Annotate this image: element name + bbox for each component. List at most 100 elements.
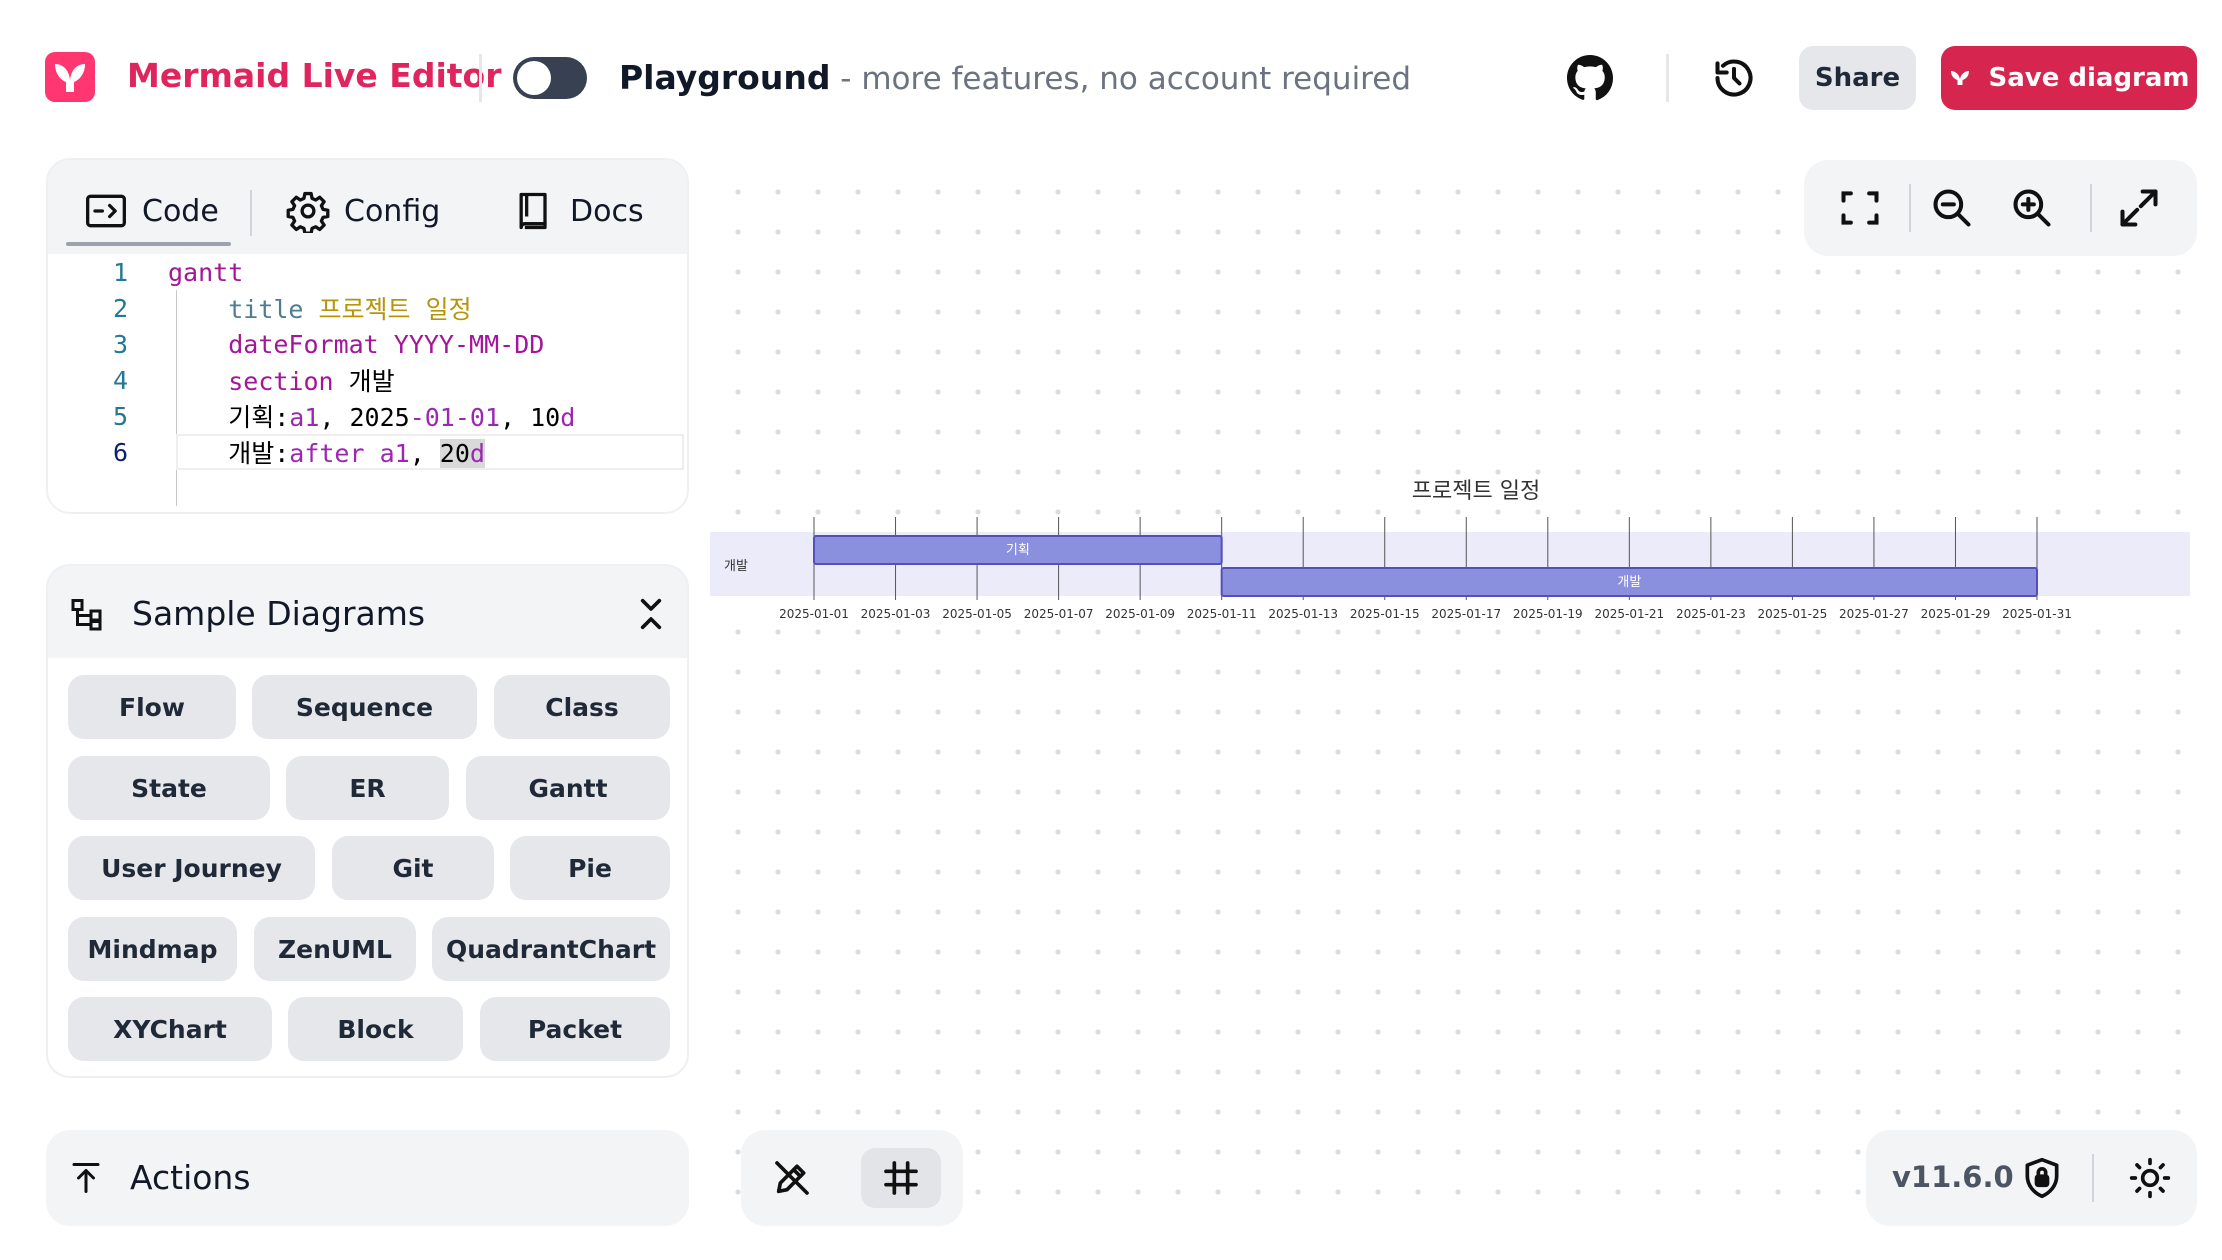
gantt-axis-tick-label: 2025-01-25 (1758, 607, 1828, 621)
collapse-chevron-icon[interactable] (636, 594, 666, 634)
sample-xychart-button[interactable]: XYChart (68, 997, 272, 1061)
fullscreen-icon[interactable] (2117, 186, 2161, 230)
save-diagram-button[interactable]: Save diagram (1941, 46, 2197, 110)
gantt-axis-tick-label: 2025-01-13 (1268, 607, 1338, 621)
line-number: 4 (112, 365, 128, 395)
sample-quadrantchart-button[interactable]: QuadrantChart (432, 917, 670, 981)
toolbar-divider (2090, 184, 2092, 232)
toolbar-divider (1909, 184, 1911, 232)
sample-state-button[interactable]: State (68, 756, 270, 820)
tab-config-label: Config (344, 193, 441, 229)
gantt-task-label: 개발 (1617, 575, 1641, 590)
github-icon[interactable] (1566, 54, 1614, 102)
line-number: 2 (112, 293, 128, 323)
code-text: section 개발 (228, 367, 395, 396)
editor-panel: Code Config Docs 1 gantt 2 title 프로젝트 일정 … (46, 158, 689, 514)
view-toolbar (1804, 160, 2197, 256)
version-label[interactable]: v11.6.0 (1892, 1160, 2014, 1194)
actions-title: Actions (130, 1158, 251, 1197)
sample-diagrams-panel: Sample Diagrams Flow Sequence Class Stat… (46, 564, 689, 1078)
sample-block-button[interactable]: Block (288, 997, 463, 1061)
playground-title: Playground (619, 58, 831, 97)
zoom-out-icon[interactable] (1930, 186, 1974, 230)
sample-git-button[interactable]: Git (332, 836, 494, 900)
tab-divider (250, 190, 252, 236)
sample-class-button[interactable]: Class (494, 675, 670, 739)
pan-zoom-toggle[interactable] (752, 1148, 832, 1208)
theme-sun-icon[interactable] (2128, 1156, 2172, 1200)
line-number: 3 (112, 329, 128, 359)
save-diagram-label: Save diagram (1988, 63, 2190, 93)
gantt-axis-tick-label: 2025-01-21 (1594, 607, 1664, 621)
book-icon (519, 192, 547, 230)
gantt-axis-tick-label: 2025-01-27 (1839, 607, 1909, 621)
sample-diagrams-header[interactable]: Sample Diagrams (48, 566, 687, 658)
code-text: 기획:a1, 2025-01-01, 10d (168, 403, 576, 432)
sample-er-button[interactable]: ER (286, 756, 449, 820)
grid-toggle[interactable] (861, 1148, 941, 1208)
share-button[interactable]: Share (1799, 46, 1916, 110)
zoom-in-icon[interactable] (2010, 186, 2054, 230)
code-editor[interactable]: 1 gantt 2 title 프로젝트 일정 3 dateFormat YYYY… (48, 254, 687, 512)
fit-view-icon[interactable] (1838, 186, 1882, 230)
code-text: dateFormat YYYY-MM-DD (228, 329, 545, 359)
code-line[interactable]: 6 개발:after a1, 20d (48, 434, 687, 470)
version-panel: v11.6.0 (1866, 1130, 2197, 1226)
code-line[interactable]: 1 gantt (48, 254, 687, 290)
sample-gantt-button[interactable]: Gantt (466, 756, 670, 820)
code-line[interactable]: 2 title 프로젝트 일정 (48, 290, 687, 326)
app-title[interactable]: Mermaid Live Editor (127, 56, 502, 95)
header-divider (1666, 54, 1669, 102)
gantt-axis-tick-label: 2025-01-31 (2002, 607, 2072, 621)
sample-mindmap-button[interactable]: Mindmap (68, 917, 237, 981)
gantt-axis-tick-label: 2025-01-03 (861, 607, 931, 621)
header: Mermaid Live Editor Playground - more fe… (0, 0, 2222, 160)
sample-flow-button[interactable]: Flow (68, 675, 236, 739)
gantt-chart[interactable]: 프로젝트 일정 개발 기획개발 2025-01-01 2025-01-03 2025… (710, 470, 2200, 640)
upload-icon (72, 1163, 100, 1193)
toggle-knob (517, 61, 551, 95)
gantt-axis-tick-label: 2025-01-15 (1350, 607, 1420, 621)
diagram-canvas[interactable] (710, 160, 2200, 1220)
code-icon (86, 194, 126, 228)
line-number: 1 (112, 257, 128, 287)
sample-user-journey-button[interactable]: User Journey (68, 836, 315, 900)
gear-icon (286, 191, 330, 233)
tab-docs-label: Docs (570, 193, 644, 229)
shield-lock-icon[interactable] (2020, 1156, 2064, 1200)
playground-toggle[interactable] (513, 57, 587, 99)
code-line[interactable]: 3 dateFormat YYYY-MM-DD (48, 326, 687, 362)
canvas-tools (741, 1130, 963, 1226)
history-icon[interactable] (1712, 56, 1756, 100)
sample-pie-button[interactable]: Pie (510, 836, 670, 900)
tab-code[interactable]: Code (84, 184, 219, 238)
sample-diagrams-title: Sample Diagrams (132, 594, 426, 633)
grid-icon (884, 1161, 918, 1195)
gantt-section-label: 개발 (724, 559, 748, 574)
gantt-task-label: 기획 (1006, 543, 1030, 558)
sample-zenuml-button[interactable]: ZenUML (254, 917, 416, 981)
tab-config[interactable]: Config (286, 184, 440, 238)
gantt-axis-tick-label: 2025-01-01 (779, 607, 849, 621)
code-line[interactable]: 4 section 개발 (48, 362, 687, 398)
playground-label: Playground - more features, no account r… (619, 58, 1411, 97)
active-tab-indicator (66, 242, 231, 246)
header-divider (479, 54, 482, 102)
gantt-axis-tick-label: 2025-01-05 (942, 607, 1012, 621)
toolbar-divider (2092, 1154, 2094, 1202)
diagram-icon (71, 599, 102, 631)
mermaid-logo-icon[interactable] (45, 52, 95, 102)
tab-docs[interactable]: Docs (512, 184, 644, 238)
actions-panel[interactable]: Actions (46, 1130, 689, 1226)
tab-code-label: Code (142, 193, 219, 229)
sample-sequence-button[interactable]: Sequence (252, 675, 477, 739)
gantt-axis-tick-label: 2025-01-29 (1921, 607, 1991, 621)
code-text: title 프로젝트 일정 (228, 295, 472, 324)
pencil-off-icon (775, 1161, 809, 1195)
gantt-axis-tick-label: 2025-01-17 (1431, 607, 1501, 621)
code-text: 개발:after a1, 20d (168, 439, 485, 468)
code-line[interactable]: 5 기획:a1, 2025-01-01, 10d (48, 398, 687, 434)
playground-subtitle: - more features, no account required (830, 61, 1411, 97)
mermaid-icon (1951, 71, 1970, 85)
sample-packet-button[interactable]: Packet (480, 997, 670, 1061)
